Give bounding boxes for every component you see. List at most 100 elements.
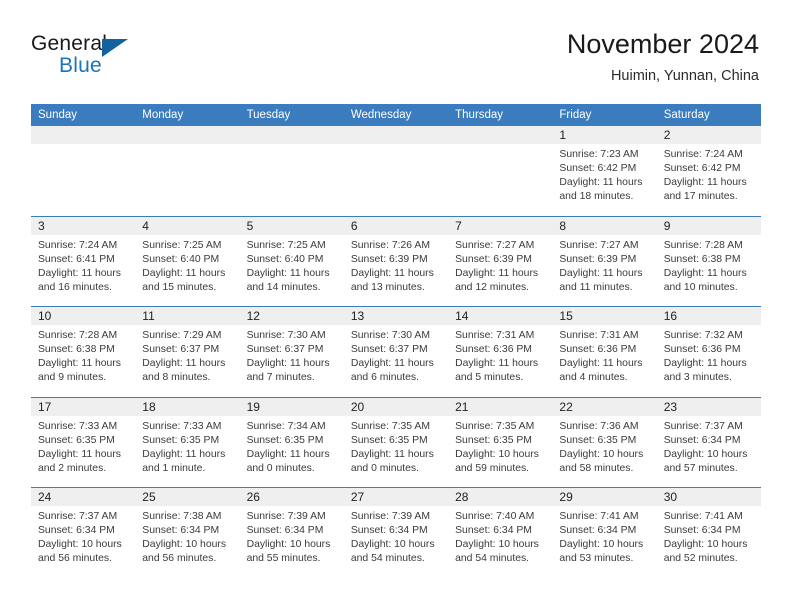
day-detail-line: Sunrise: 7:24 AM [38, 239, 118, 251]
calendar-day-cell[interactable]: 6 Sunrise: 7:26 AM Sunset: 6:39 PM Daylight… [343, 216, 449, 306]
day-detail-line: Daylight: 11 hours [663, 267, 747, 279]
day-details: Sunrise: 7:37 AM Sunset: 6:34 PM Daylight:… [657, 416, 761, 476]
day-number-band: 23 [656, 397, 761, 416]
calendar-day-cell-empty [135, 126, 240, 216]
calendar-day-cell[interactable]: 12 Sunrise: 7:30 AM Sunset: 6:37 PM Dayligh… [239, 307, 344, 397]
day-details: Sunrise: 7:30 AM Sunset: 6:37 PM Daylight:… [344, 325, 448, 385]
day-detail-line: Sunset: 6:39 PM [559, 253, 637, 265]
day-detail-line: Sunset: 6:35 PM [246, 434, 324, 446]
day-detail-line: Sunset: 6:36 PM [559, 344, 637, 356]
day-detail-line: Sunset: 6:35 PM [38, 434, 115, 446]
day-detail-line: Sunrise: 7:26 AM [350, 239, 430, 251]
weekday-header-wednesday: Wednesday [350, 109, 412, 121]
day-detail-line: Sunset: 6:34 PM [350, 525, 428, 537]
calendar-day-cell[interactable]: 21 Sunrise: 7:35 AM Sunset: 6:35 PM Dayligh… [448, 397, 553, 487]
day-detail-line: Daylight: 11 hours [559, 177, 643, 189]
day-number: 13 [350, 309, 365, 323]
day-detail-line: and 56 minutes. [142, 553, 217, 565]
day-detail-line: and 2 minutes. [38, 462, 107, 474]
day-number: 30 [663, 490, 678, 504]
calendar-day-cell[interactable]: 8 Sunrise: 7:27 AM Sunset: 6:39 PM Daylight… [552, 216, 657, 306]
calendar-day-cell[interactable]: 25 Sunrise: 7:38 AM Sunset: 6:34 PM Dayligh… [135, 488, 240, 578]
day-detail-line: Daylight: 11 hours [663, 177, 747, 189]
calendar-day-cell[interactable]: 14 Sunrise: 7:31 AM Sunset: 6:36 PM Dayligh… [448, 307, 553, 397]
day-number-band: 6 [343, 216, 449, 235]
day-number: 28 [455, 490, 469, 504]
calendar-day-cell[interactable]: 5 Sunrise: 7:25 AM Sunset: 6:40 PM Daylight… [239, 216, 344, 306]
calendar-day-cell[interactable]: 9 Sunrise: 7:28 AM Sunset: 6:38 PM Daylight… [656, 216, 761, 306]
weekday-header-saturday: Saturday [663, 109, 710, 121]
calendar-day-cell[interactable]: 24 Sunrise: 7:37 AM Sunset: 6:34 PM Dayligh… [31, 488, 136, 578]
calendar-day-cell[interactable]: 17 Sunrise: 7:33 AM Sunset: 6:35 PM Dayligh… [31, 397, 136, 487]
day-details: Sunrise: 7:33 AM Sunset: 6:35 PM Daylight:… [135, 416, 239, 476]
calendar-day-cell[interactable]: 19 Sunrise: 7:34 AM Sunset: 6:35 PM Dayligh… [239, 397, 344, 487]
calendar-day-cell[interactable]: 27 Sunrise: 7:39 AM Sunset: 6:34 PM Dayligh… [343, 488, 449, 578]
calendar-day-cell[interactable]: 13 Sunrise: 7:30 AM Sunset: 6:37 PM Dayligh… [343, 307, 449, 397]
day-details: Sunrise: 7:35 AM Sunset: 6:35 PM Daylight:… [448, 416, 552, 476]
day-detail-line: and 0 minutes. [350, 462, 420, 474]
day-detail-line: and 53 minutes. [559, 553, 634, 565]
calendar-day-cell[interactable]: 4 Sunrise: 7:25 AM Sunset: 6:40 PM Daylight… [135, 216, 240, 306]
calendar-day-cell[interactable]: 26 Sunrise: 7:39 AM Sunset: 6:34 PM Dayligh… [239, 488, 344, 578]
day-detail-line: Sunrise: 7:34 AM [246, 420, 326, 432]
day-details: Sunrise: 7:33 AM Sunset: 6:35 PM Daylight:… [31, 416, 135, 476]
day-number: 11 [142, 309, 155, 323]
day-details: Sunrise: 7:24 AM Sunset: 6:42 PM Daylight:… [657, 144, 761, 204]
day-detail-line: and 3 minutes. [663, 372, 732, 384]
calendar-day-cell[interactable]: 23 Sunrise: 7:37 AM Sunset: 6:34 PM Dayligh… [656, 397, 761, 487]
day-detail-line: Sunset: 6:35 PM [350, 434, 428, 446]
calendar-week-row: 3 Sunrise: 7:24 AM Sunset: 6:41 PM Daylight… [31, 215, 761, 306]
calendar-day-cell[interactable]: 30 Sunrise: 7:41 AM Sunset: 6:34 PM Dayligh… [656, 488, 761, 578]
day-detail-line: Sunrise: 7:28 AM [38, 330, 118, 341]
day-details: Sunrise: 7:23 AM Sunset: 6:42 PM Daylight:… [552, 144, 656, 204]
day-number: 16 [663, 309, 678, 323]
day-number: 22 [559, 399, 573, 414]
calendar-day-cell[interactable]: 10 Sunrise: 7:28 AM Sunset: 6:38 PM Dayligh… [31, 307, 136, 397]
day-number-band: 10 [31, 307, 136, 325]
day-detail-line: Daylight: 10 hours [455, 539, 539, 551]
day-detail-line: Sunset: 6:42 PM [663, 163, 741, 175]
page-subtitle: Huimin, Yunnan, China [610, 68, 759, 84]
calendar-day-cell[interactable]: 29 Sunrise: 7:41 AM Sunset: 6:34 PM Dayligh… [552, 488, 657, 578]
day-detail-line: Sunset: 6:41 PM [38, 253, 115, 265]
calendar-day-cell[interactable]: 22 Sunrise: 7:36 AM Sunset: 6:35 PM Dayligh… [552, 397, 657, 487]
day-details: Sunrise: 7:38 AM Sunset: 6:34 PM Daylight:… [135, 506, 239, 566]
day-detail-line: Daylight: 10 hours [350, 539, 435, 551]
day-detail-line: Daylight: 11 hours [38, 358, 121, 370]
calendar-day-cell[interactable]: 3 Sunrise: 7:24 AM Sunset: 6:41 PM Daylight… [31, 216, 136, 306]
day-detail-line: Sunset: 6:37 PM [142, 344, 220, 356]
day-detail-line: Sunrise: 7:25 AM [246, 239, 326, 251]
calendar-day-cell[interactable]: 15 Sunrise: 7:31 AM Sunset: 6:36 PM Dayligh… [552, 307, 657, 397]
day-number: 23 [663, 399, 678, 414]
calendar-day-cell[interactable]: 11 Sunrise: 7:29 AM Sunset: 6:37 PM Dayligh… [135, 307, 240, 397]
day-detail-line: Daylight: 11 hours [455, 358, 539, 370]
brand-logo[interactable]: General Blue [31, 32, 151, 84]
calendar-day-cell[interactable]: 28 Sunrise: 7:40 AM Sunset: 6:34 PM Dayligh… [448, 488, 553, 578]
calendar-day-cell[interactable]: 1 Sunrise: 7:23 AM Sunset: 6:42 PM Daylight… [552, 126, 657, 216]
day-number-band: 2 [656, 126, 761, 144]
day-number: 26 [246, 490, 260, 504]
day-detail-line: Daylight: 11 hours [559, 358, 643, 370]
day-detail-line: Daylight: 10 hours [142, 539, 227, 551]
day-detail-line: Sunrise: 7:23 AM [559, 149, 639, 160]
day-detail-line: Sunrise: 7:28 AM [663, 239, 743, 251]
day-number: 7 [455, 218, 462, 233]
day-number-band: 8 [552, 216, 657, 235]
day-detail-line: and 10 minutes. [663, 281, 738, 293]
day-number-band: 20 [343, 397, 449, 416]
calendar-day-cell[interactable]: 16 Sunrise: 7:32 AM Sunset: 6:36 PM Dayligh… [656, 307, 761, 397]
day-detail-line: Sunset: 6:34 PM [38, 525, 115, 537]
calendar-day-cell[interactable]: 18 Sunrise: 7:33 AM Sunset: 6:35 PM Dayligh… [135, 397, 240, 487]
day-number-band: 14 [448, 307, 553, 325]
day-detail-line: Sunset: 6:34 PM [663, 434, 741, 446]
day-detail-line: Daylight: 11 hours [663, 358, 747, 370]
day-detail-line: Sunset: 6:37 PM [246, 344, 324, 356]
day-number-band: 7 [448, 216, 553, 235]
day-detail-line: and 15 minutes. [142, 281, 217, 293]
day-details: Sunrise: 7:26 AM Sunset: 6:39 PM Daylight:… [344, 235, 448, 295]
day-detail-line: Sunrise: 7:27 AM [455, 239, 535, 251]
calendar-day-cell[interactable]: 2 Sunrise: 7:24 AM Sunset: 6:42 PM Daylight… [656, 126, 761, 216]
calendar-day-cell[interactable]: 7 Sunrise: 7:27 AM Sunset: 6:39 PM Daylight… [448, 216, 553, 306]
day-detail-line: Sunrise: 7:31 AM [559, 330, 639, 341]
calendar-day-cell[interactable]: 20 Sunrise: 7:35 AM Sunset: 6:35 PM Dayligh… [343, 397, 449, 487]
